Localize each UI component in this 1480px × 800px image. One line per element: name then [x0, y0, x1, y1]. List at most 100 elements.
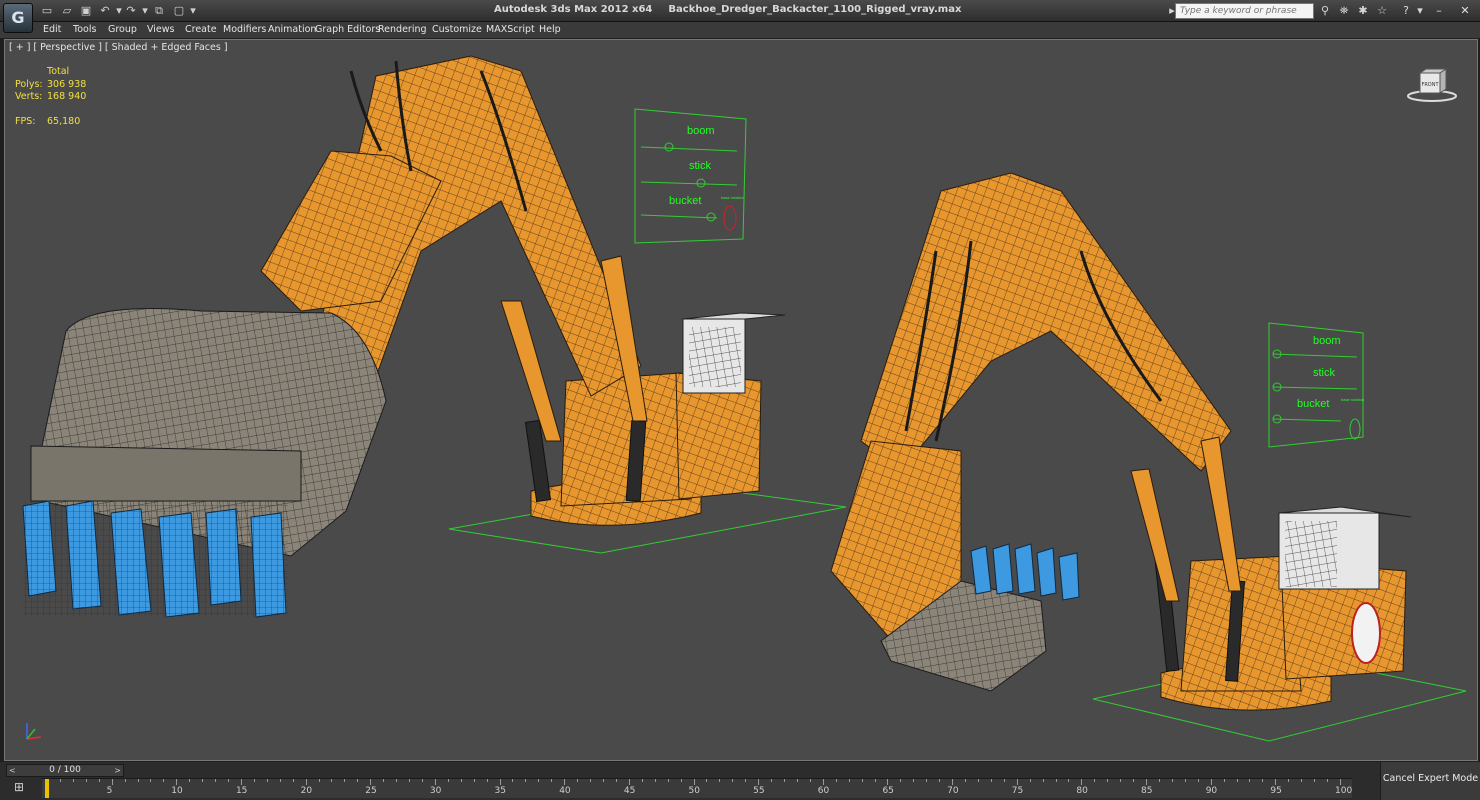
- timeline-tick-mark: [809, 779, 811, 782]
- close-icon[interactable]: ✕: [1454, 3, 1476, 19]
- hold-icon[interactable]: ⧉: [152, 4, 166, 17]
- file-name: Backhoe_Dredger_Backacter_1100_Rigged_vr…: [668, 4, 962, 15]
- timeline-tick-mark: [85, 779, 87, 782]
- time-slider-prev-icon[interactable]: <: [9, 765, 16, 776]
- timeline-tick-mark: [1184, 779, 1186, 782]
- timeline-tick-mark: [1171, 779, 1173, 782]
- left-panel-label-stick: stick: [689, 160, 712, 172]
- timeline-tick-mark: [784, 779, 785, 782]
- timeline-tick-mark: [874, 779, 876, 782]
- menu-animation[interactable]: Animation: [268, 24, 316, 35]
- help-icon[interactable]: ?: [1399, 4, 1413, 18]
- perspective-viewport[interactable]: boom stick bucket base rotation boom sti…: [4, 39, 1478, 761]
- track-bar-toggle-icon[interactable]: ⊞: [10, 780, 28, 796]
- minimize-icon[interactable]: –: [1428, 3, 1450, 19]
- left-rig-control-panel[interactable]: boom stick bucket base rotation: [634, 108, 747, 244]
- menu-rendering[interactable]: Rendering: [378, 24, 427, 35]
- help-dropdown-icon[interactable]: ▾: [1413, 4, 1427, 18]
- timeline-tick-mark: [551, 779, 553, 782]
- save-icon[interactable]: ▣: [79, 4, 93, 17]
- timeline-tick-mark: [861, 779, 863, 782]
- timeline-tick-mark: [137, 779, 139, 782]
- menu-views[interactable]: Views: [147, 24, 175, 35]
- timeline-tick-mark: [796, 779, 798, 782]
- left-bucket-teeth: [22, 500, 288, 618]
- timeline-tick-label: 10: [171, 786, 183, 796]
- time-slider-next-icon[interactable]: >: [114, 765, 121, 776]
- menu-edit[interactable]: Edit: [43, 24, 61, 35]
- undo-icon[interactable]: ↶: [98, 4, 112, 17]
- quick-access-dropdown-icon[interactable]: ▾: [186, 4, 200, 17]
- communication-center-icon[interactable]: ✱: [1356, 4, 1370, 18]
- redo-dropdown-icon[interactable]: ▾: [138, 4, 152, 17]
- timeline-tick-mark: [383, 779, 385, 782]
- window-title: Autodesk 3ds Max 2012 x64 Backhoe_Dredger…: [494, 4, 977, 15]
- favorites-star-icon[interactable]: ☆: [1375, 4, 1389, 18]
- timeline-playhead[interactable]: [45, 779, 49, 798]
- scene-render[interactable]: boom stick bucket base rotation boom sti…: [5, 40, 1478, 761]
- timeline-tick-mark: [564, 779, 566, 785]
- timeline-tick-mark: [602, 779, 604, 782]
- menu-customize[interactable]: Customize: [432, 24, 482, 35]
- keyword-search-input[interactable]: [1175, 3, 1314, 19]
- timeline-tick-label: 100: [1335, 786, 1353, 796]
- timeline-tick-mark: [590, 779, 592, 782]
- timeline-tick-mark: [1197, 779, 1199, 782]
- menu-group[interactable]: Group: [108, 24, 137, 35]
- timeline-tick-mark: [434, 779, 436, 785]
- open-file-icon[interactable]: ▱: [60, 4, 74, 17]
- left-panel-label-boom: boom: [687, 125, 715, 137]
- timeline-tick-label: 85: [1141, 786, 1153, 796]
- timeline-tick-label: 65: [882, 786, 894, 796]
- menu-help[interactable]: Help: [539, 24, 561, 35]
- timeline-tick-mark: [887, 779, 889, 785]
- timeline-tick-mark: [913, 779, 915, 782]
- timeline-tick-mark: [150, 779, 152, 782]
- new-file-icon[interactable]: ▭: [40, 4, 54, 17]
- cancel-expert-mode-button[interactable]: Cancel Expert Mode: [1380, 762, 1480, 800]
- menu-bar: Edit Tools Group Views Create Modifiers …: [0, 22, 1480, 38]
- axis-tripod-icon: [26, 723, 42, 740]
- viewport-label[interactable]: [ + ] [ Perspective ] [ Shaded + Edged F…: [9, 42, 228, 53]
- menu-create[interactable]: Create: [185, 24, 217, 35]
- timeline-tick-mark: [1120, 779, 1122, 782]
- right-panel-tag: base rotation: [1341, 397, 1364, 402]
- project-folder-icon[interactable]: ▢: [172, 4, 186, 17]
- timeline-tick-mark: [279, 779, 281, 782]
- timeline-tick-mark: [486, 779, 488, 782]
- right-rig-control-panel[interactable]: boom stick bucket base rotation: [1268, 322, 1364, 448]
- timeline-tick-mark: [706, 779, 708, 782]
- timeline-tick-mark: [1042, 779, 1044, 782]
- timeline-tick-mark: [1327, 779, 1329, 782]
- timeline-tick-mark: [615, 779, 617, 782]
- timeline-tick-mark: [1055, 779, 1057, 782]
- app-name: Autodesk 3ds Max 2012 x64: [494, 4, 653, 15]
- menu-modifiers[interactable]: Modifiers: [223, 24, 266, 35]
- timeline-tick-mark: [176, 779, 178, 785]
- stats-polys-value: 306 938: [47, 78, 87, 90]
- timeline-tick-mark: [447, 779, 449, 782]
- menu-tools[interactable]: Tools: [73, 24, 96, 35]
- menu-maxscript[interactable]: MAXScript: [486, 24, 535, 35]
- timeline-tick-mark: [202, 779, 204, 782]
- timeline-tick-mark: [965, 779, 967, 782]
- timeline-tick-mark: [1236, 779, 1238, 782]
- timeline-tick-mark: [253, 779, 255, 782]
- timeline-tick-mark: [266, 779, 268, 782]
- subscription-icon[interactable]: ⛯: [1337, 4, 1351, 18]
- left-excavator-model[interactable]: [22, 55, 786, 618]
- redo-icon[interactable]: ↷: [124, 4, 138, 17]
- timeline-tick-mark: [667, 779, 669, 782]
- viewcube-face-label: FRONT: [1421, 82, 1439, 88]
- timeline-tick-mark: [1133, 779, 1135, 782]
- timeline-tick-mark: [512, 779, 514, 782]
- binoculars-icon[interactable]: ⚲: [1318, 4, 1332, 18]
- menu-graph-editors[interactable]: Graph Editors: [315, 24, 380, 35]
- time-slider[interactable]: < 0 / 100 >: [6, 764, 124, 777]
- timeline-tick-mark: [538, 779, 540, 782]
- viewcube-icon[interactable]: FRONT: [1406, 65, 1458, 105]
- app-logo-icon[interactable]: G: [3, 3, 33, 33]
- timeline-tick-mark: [628, 779, 630, 785]
- timeline-tick-label: 75: [1011, 786, 1024, 796]
- timeline-tick-mark: [499, 779, 501, 785]
